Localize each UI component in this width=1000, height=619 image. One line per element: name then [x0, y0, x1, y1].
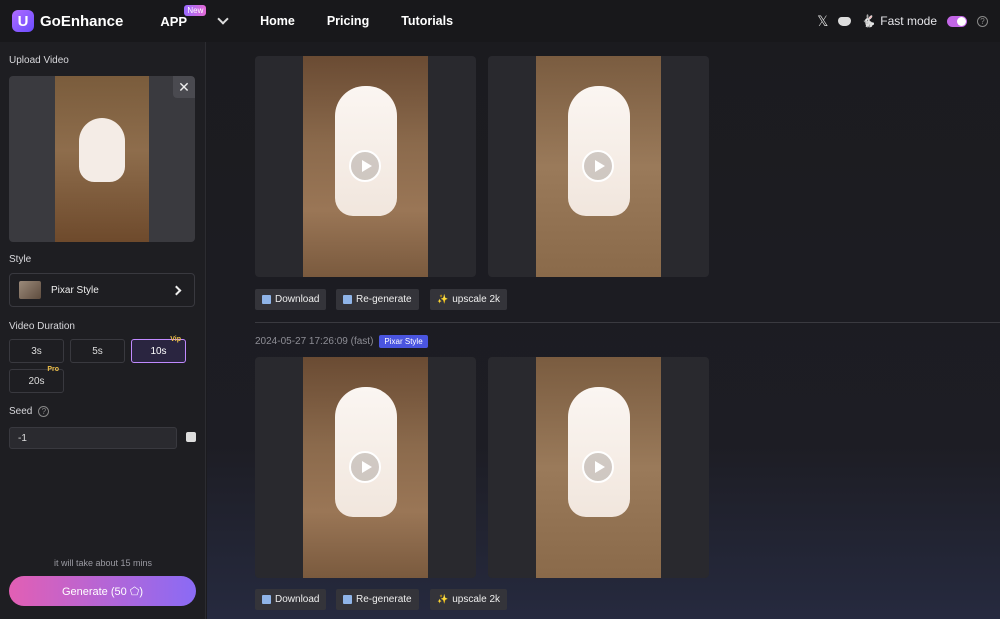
vip-badge: Vip: [170, 336, 181, 343]
style-badge: Pixar Style: [379, 335, 428, 348]
brand-logo[interactable]: U GoEnhance: [12, 10, 123, 32]
play-icon[interactable]: [582, 451, 614, 483]
upscale-label: upscale 2k: [452, 294, 501, 305]
sparkle-icon: ✨: [437, 594, 449, 604]
result-video-card[interactable]: [255, 56, 476, 277]
nav-home[interactable]: Home: [260, 14, 295, 28]
fast-mode-label: Fast mode: [880, 14, 937, 28]
new-badge: New: [184, 4, 207, 16]
upload-video-label: Upload Video: [9, 55, 69, 66]
source-video-card[interactable]: [488, 357, 709, 578]
sparkle-icon: ✨: [437, 294, 449, 304]
dice-random-icon[interactable]: [186, 432, 196, 442]
timestamp: 2024-05-27 17:26:09 (fast): [255, 336, 374, 347]
download-label: Download: [275, 294, 320, 305]
source-video-card[interactable]: [488, 56, 709, 277]
duration-label: 20s: [28, 375, 45, 387]
dog-figure: [79, 118, 125, 182]
regenerate-button[interactable]: Re-generate: [336, 589, 419, 610]
seed-label-row: Seed ?: [9, 406, 50, 417]
result-video-card[interactable]: [255, 357, 476, 578]
regenerate-label: Re-generate: [356, 594, 412, 605]
download-icon: [262, 595, 271, 604]
video-preview: [303, 56, 428, 277]
style-name: Pixar Style: [51, 284, 99, 296]
main-nav: APP New Home Pricing Tutorials: [160, 4, 453, 29]
upscale-button[interactable]: ✨ upscale 2k: [430, 589, 508, 610]
chevron-down-icon[interactable]: [217, 13, 229, 25]
logo-icon: U: [12, 10, 34, 32]
result-meta: 2024-05-27 17:26:09 (fast) Pixar Style: [255, 335, 428, 348]
generate-label: Generate (50 ⬠): [61, 585, 144, 598]
video-preview: [303, 357, 428, 578]
seed-help-icon[interactable]: ?: [38, 406, 50, 417]
seed-value: -1: [18, 432, 27, 444]
video-duration-label: Video Duration: [9, 321, 75, 332]
discord-icon[interactable]: [838, 16, 852, 26]
download-icon: [262, 295, 271, 304]
duration-5s[interactable]: 5s: [70, 339, 125, 363]
section-divider: [255, 322, 1000, 323]
uploaded-video-thumbnail: [55, 76, 149, 242]
download-button[interactable]: Download: [255, 589, 327, 610]
x-twitter-icon[interactable]: 𝕏: [817, 13, 828, 30]
duration-20s[interactable]: 20s Pro: [9, 366, 64, 393]
pro-badge: Pro: [47, 366, 59, 373]
play-icon[interactable]: [582, 150, 614, 182]
nav-app-menu[interactable]: APP New: [160, 4, 229, 29]
upload-video-box[interactable]: ✕: [9, 76, 195, 242]
fast-mode-toggle[interactable]: [947, 15, 967, 27]
refresh-icon: [343, 595, 352, 604]
duration-10s[interactable]: 10s Vip: [131, 336, 186, 363]
rabbit-icon: 🐇: [861, 14, 877, 28]
video-preview: [536, 357, 661, 578]
top-right-controls: 𝕏 🐇 Fast mode ?: [817, 0, 988, 42]
brand-name: GoEnhance: [40, 12, 124, 30]
duration-label: 5s: [92, 345, 103, 357]
eta-text: it will take about 15 mins: [53, 558, 153, 568]
duration-label: 10s: [150, 345, 167, 357]
duration-label: 3s: [31, 345, 42, 357]
regenerate-button[interactable]: Re-generate: [336, 289, 419, 310]
download-button[interactable]: Download: [255, 289, 327, 310]
results-panel: Download Re-generate ✨ upscale 2k 2024-0…: [207, 42, 1000, 619]
help-icon[interactable]: ?: [977, 15, 988, 27]
chevron-right-icon: [171, 285, 182, 295]
nav-pricing[interactable]: Pricing: [327, 14, 369, 28]
seed-label: Seed: [9, 406, 33, 417]
duration-3s[interactable]: 3s: [9, 339, 64, 363]
top-bar: U GoEnhance APP New Home Pricing Tutoria…: [0, 0, 1000, 42]
generate-button[interactable]: Generate (50 ⬠): [9, 576, 196, 606]
refresh-icon: [343, 295, 352, 304]
remove-video-button[interactable]: ✕: [173, 76, 195, 98]
style-label: Style: [9, 254, 32, 265]
play-icon[interactable]: [349, 150, 381, 182]
sidebar: Upload Video ✕ Style Pixar Style Video D…: [0, 42, 206, 619]
fast-mode: 🐇 Fast mode: [861, 14, 937, 28]
style-thumbnail: [19, 281, 41, 299]
download-label: Download: [275, 594, 320, 605]
nav-tutorials[interactable]: Tutorials: [401, 14, 453, 28]
upscale-label: upscale 2k: [452, 594, 501, 605]
regenerate-label: Re-generate: [356, 294, 412, 305]
upscale-button[interactable]: ✨ upscale 2k: [430, 289, 508, 310]
seed-input[interactable]: -1: [9, 427, 177, 449]
style-selector[interactable]: Pixar Style: [9, 273, 195, 307]
nav-app-label: APP: [160, 13, 188, 29]
play-icon[interactable]: [349, 451, 381, 483]
video-preview: [536, 56, 661, 277]
